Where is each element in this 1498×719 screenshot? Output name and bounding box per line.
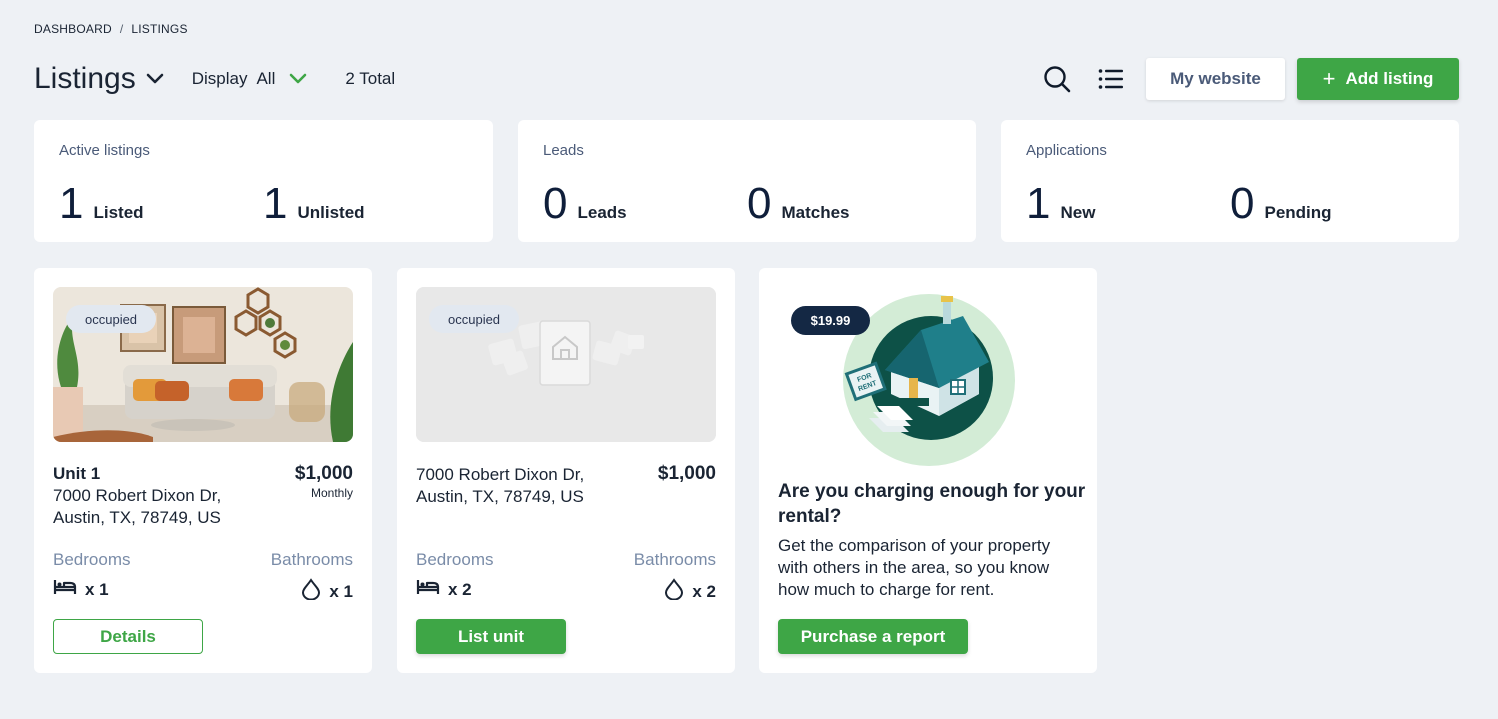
plus-icon: + bbox=[1322, 66, 1336, 91]
address-line-2: Austin, TX, 78749, US bbox=[416, 487, 584, 506]
stat-title: Applications bbox=[1026, 142, 1107, 159]
stat-title: Active listings bbox=[59, 142, 150, 159]
bathrooms-value: x 2 bbox=[692, 581, 716, 601]
stat-label: Pending bbox=[1264, 203, 1332, 222]
stat-pending: 0 Pending bbox=[1230, 178, 1332, 230]
breadcrumb-listings: LISTINGS bbox=[131, 22, 188, 36]
water-drop-icon bbox=[664, 578, 684, 605]
stat-label: Matches bbox=[781, 203, 850, 222]
stat-title: Leads bbox=[543, 142, 584, 159]
display-label: Display bbox=[191, 69, 248, 88]
stat-number: 0 bbox=[747, 179, 772, 228]
listing-price: $1,000 bbox=[657, 463, 716, 484]
display-chevron-down-icon[interactable] bbox=[289, 73, 307, 85]
address-line-1: 7000 Robert Dixon Dr, bbox=[53, 486, 222, 505]
add-listing-label: Add listing bbox=[1345, 69, 1434, 88]
listing-photo-placeholder[interactable]: occupied bbox=[416, 287, 716, 442]
stat-card-applications: Applications 1 New 0 Pending bbox=[1001, 120, 1459, 242]
display-value: All bbox=[256, 69, 276, 88]
header-actions: My website + Add listing bbox=[1042, 58, 1459, 100]
stat-matches: 0 Matches bbox=[747, 178, 850, 230]
promo-title: Are you charging enough for your rental? bbox=[778, 481, 1086, 527]
stat-card-leads: Leads 0 Leads 0 Matches bbox=[518, 120, 976, 242]
rent-report-promo-card: FOR RENT $19.99 Are you charging enough … bbox=[759, 268, 1097, 673]
stat-card-active-listings: Active listings 1 Listed 1 Unlisted bbox=[34, 120, 493, 242]
display-filter[interactable]: Display All bbox=[192, 69, 308, 89]
water-drop-icon bbox=[301, 578, 321, 605]
breadcrumb-dashboard[interactable]: DASHBOARD bbox=[34, 22, 112, 36]
list-unit-button[interactable]: List unit bbox=[416, 619, 566, 654]
stat-unlisted: 1 Unlisted bbox=[263, 178, 365, 230]
breadcrumb-separator: / bbox=[119, 22, 124, 36]
status-badge: occupied bbox=[66, 305, 157, 333]
stat-number: 1 bbox=[59, 179, 84, 228]
bed-icon bbox=[53, 578, 77, 601]
stat-number: 0 bbox=[1230, 179, 1255, 228]
bedrooms-count: x 2 bbox=[416, 578, 472, 601]
stat-new: 1 New bbox=[1026, 178, 1095, 230]
stat-number: 1 bbox=[1026, 179, 1051, 228]
bedrooms-label: Bedrooms bbox=[53, 550, 131, 569]
bathrooms-value: x 1 bbox=[329, 581, 353, 601]
unit-name[interactable]: Unit 1 bbox=[53, 464, 100, 484]
stat-number: 1 bbox=[263, 179, 288, 228]
title-dropdown-chevron-icon[interactable] bbox=[146, 73, 164, 85]
stat-number: 0 bbox=[543, 179, 568, 228]
price-badge: $19.99 bbox=[791, 306, 870, 335]
page-header: Listings Display All 2 Total My website … bbox=[34, 58, 1459, 100]
address-line-2: Austin, TX, 78749, US bbox=[53, 508, 221, 527]
listing-photo[interactable]: occupied bbox=[53, 287, 353, 442]
page-title: Listings bbox=[34, 62, 136, 95]
stat-label: Listed bbox=[93, 203, 144, 222]
bed-icon bbox=[416, 578, 440, 601]
address-line-1: 7000 Robert Dixon Dr, bbox=[416, 465, 585, 484]
price-period: Monthly bbox=[310, 486, 353, 500]
my-website-button[interactable]: My website bbox=[1146, 58, 1285, 100]
bedrooms-label: Bedrooms bbox=[416, 550, 494, 569]
bathrooms-label: Bathrooms bbox=[633, 550, 716, 569]
listing-card: occupied Unit 1 7000 Robert Dixon Dr, Au… bbox=[34, 268, 372, 673]
bathrooms-count: x 2 bbox=[664, 578, 716, 605]
list-view-icon[interactable] bbox=[1096, 64, 1126, 94]
bedrooms-value: x 2 bbox=[448, 579, 472, 599]
purchase-report-button[interactable]: Purchase a report bbox=[778, 619, 968, 654]
bedrooms-value: x 1 bbox=[85, 579, 109, 599]
stat-label: Unlisted bbox=[297, 203, 365, 222]
breadcrumb: DASHBOARD / LISTINGS bbox=[34, 22, 188, 36]
total-count: 2 Total bbox=[345, 69, 396, 88]
status-badge: occupied bbox=[429, 305, 520, 333]
stat-label: New bbox=[1060, 203, 1096, 222]
bedrooms-count: x 1 bbox=[53, 578, 109, 601]
add-listing-button[interactable]: + Add listing bbox=[1297, 58, 1459, 100]
listing-card: occupied 7000 Robert Dixon Dr, Austin, T… bbox=[397, 268, 735, 673]
bathrooms-label: Bathrooms bbox=[270, 550, 353, 569]
listing-price: $1,000 bbox=[294, 463, 353, 484]
promo-description: Get the comparison of your property with… bbox=[778, 536, 1051, 599]
details-button[interactable]: Details bbox=[53, 619, 203, 654]
bathrooms-count: x 1 bbox=[301, 578, 353, 605]
search-icon[interactable] bbox=[1042, 64, 1072, 94]
stat-leads: 0 Leads bbox=[543, 178, 627, 230]
stat-listed: 1 Listed bbox=[59, 178, 144, 230]
stat-label: Leads bbox=[577, 203, 627, 222]
